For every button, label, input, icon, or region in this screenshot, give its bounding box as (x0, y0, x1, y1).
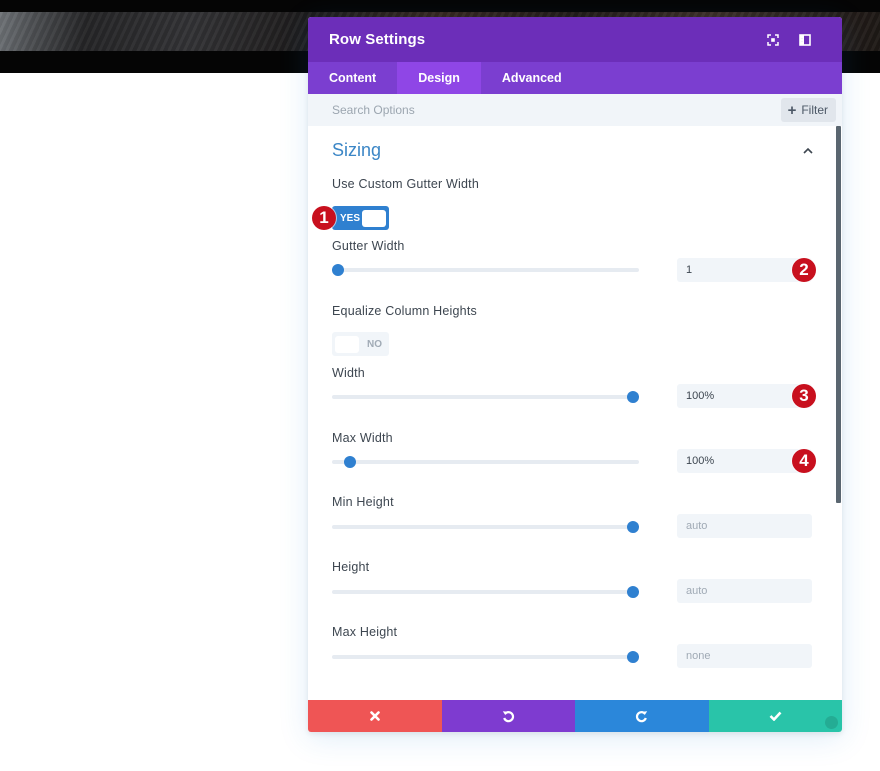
annotation-badge-3: 3 (792, 384, 816, 408)
close-icon (369, 711, 380, 721)
modal-title: Row Settings (329, 31, 426, 48)
slider-track (332, 268, 639, 272)
annotation-badge-1: 1 (312, 206, 336, 230)
row-settings-modal: Row Settings Content Design Advanced + F… (308, 17, 842, 732)
min-height-slider[interactable] (332, 520, 639, 534)
slider-thumb[interactable] (626, 651, 639, 663)
search-options-input[interactable] (332, 103, 781, 117)
chevron-up-icon (803, 147, 813, 154)
width-label: Width (332, 366, 365, 380)
modal-header: Row Settings (308, 17, 842, 62)
slider-track (332, 525, 639, 529)
resize-handle[interactable] (825, 716, 838, 729)
filter-label: Filter (801, 103, 828, 117)
collapse-section-button[interactable] (798, 141, 818, 161)
filter-button[interactable]: + Filter (780, 98, 836, 122)
equalize-heights-label: Equalize Column Heights (332, 304, 477, 318)
min-height-input[interactable] (677, 514, 812, 538)
height-label: Height (332, 560, 370, 574)
max-width-label: Max Width (332, 431, 393, 445)
search-bar: + Filter (308, 94, 842, 126)
plus-icon: + (787, 101, 797, 119)
toggle-knob (335, 335, 359, 353)
sidebar-layout-button[interactable] (789, 24, 821, 56)
section-header-sizing[interactable]: Sizing (332, 140, 818, 161)
toggle-yes-text: YES (340, 212, 361, 224)
slider-track (332, 655, 639, 659)
expand-icon (767, 33, 779, 46)
undo-button[interactable] (441, 700, 575, 732)
slider-track (332, 590, 639, 594)
redo-icon (636, 710, 648, 722)
equalize-heights-toggle[interactable]: NO (332, 332, 389, 356)
height-slider[interactable] (332, 585, 639, 599)
settings-content: Sizing Use Custom Gutter Width YES 1 Gut… (308, 126, 842, 700)
checkmark-icon (769, 711, 782, 721)
slider-thumb[interactable] (626, 391, 639, 403)
expand-modal-button[interactable] (757, 24, 789, 56)
custom-gutter-toggle[interactable]: YES (332, 206, 389, 230)
sidebar-layout-icon (799, 33, 811, 46)
modal-footer (308, 700, 842, 732)
settings-tabs: Content Design Advanced (308, 62, 842, 94)
save-button[interactable] (708, 700, 842, 732)
slider-track (332, 460, 639, 464)
slider-thumb[interactable] (626, 521, 639, 533)
max-height-label: Max Height (332, 625, 398, 639)
width-slider[interactable] (332, 390, 639, 404)
gutter-width-label: Gutter Width (332, 239, 405, 253)
tab-design[interactable]: Design (397, 62, 481, 94)
scrollbar[interactable] (836, 126, 841, 503)
redo-button[interactable] (575, 700, 709, 732)
tab-advanced[interactable]: Advanced (481, 62, 583, 94)
max-height-input[interactable] (677, 644, 812, 668)
toggle-no-text: NO (367, 338, 382, 350)
height-input[interactable] (677, 579, 812, 603)
tab-content[interactable]: Content (308, 62, 397, 94)
min-height-label: Min Height (332, 495, 394, 509)
toggle-knob (362, 209, 386, 227)
undo-icon (502, 710, 514, 722)
cancel-button[interactable] (308, 700, 442, 732)
custom-gutter-label: Use Custom Gutter Width (332, 177, 480, 191)
max-height-slider[interactable] (332, 650, 639, 664)
annotation-badge-2: 2 (792, 258, 816, 282)
gutter-width-slider[interactable] (332, 263, 639, 277)
slider-track (332, 395, 639, 399)
slider-thumb[interactable] (332, 264, 345, 276)
annotation-badge-4: 4 (792, 449, 816, 473)
slider-thumb[interactable] (626, 586, 639, 598)
section-title: Sizing (332, 140, 382, 160)
slider-thumb[interactable] (344, 456, 357, 468)
max-width-slider[interactable] (332, 455, 639, 469)
